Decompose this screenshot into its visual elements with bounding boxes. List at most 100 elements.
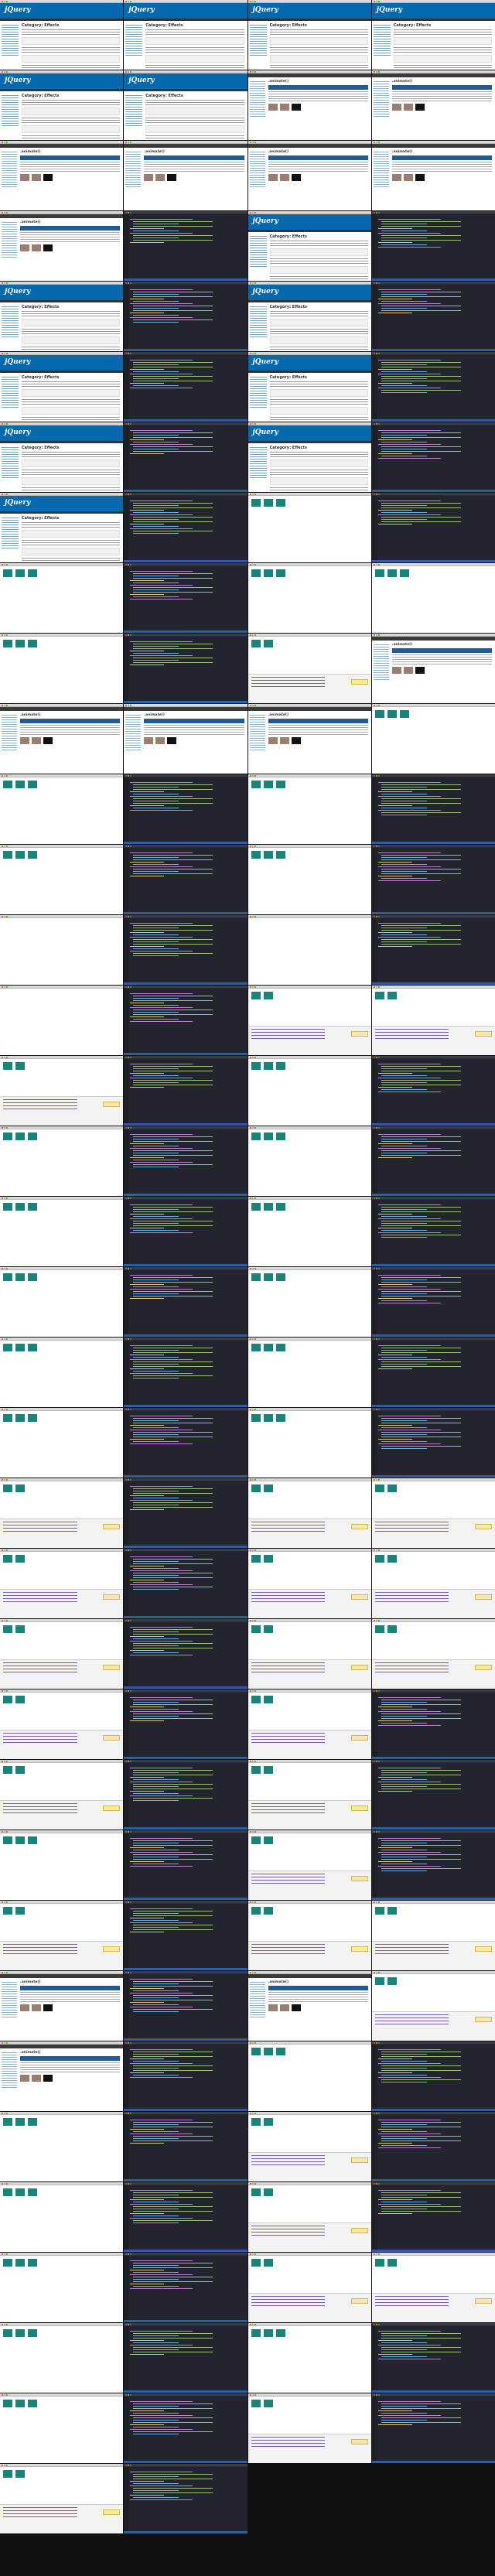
site-nav[interactable] <box>248 300 371 302</box>
site-logo[interactable]: jQuery <box>253 217 278 225</box>
code-area[interactable] <box>377 217 492 249</box>
devtools-panel[interactable] <box>248 2152 371 2181</box>
devtools-panel[interactable] <box>0 1800 124 1830</box>
code-area[interactable] <box>130 2400 244 2436</box>
code-area[interactable] <box>130 358 244 390</box>
devtools-panel[interactable] <box>248 1589 371 1618</box>
devtools-panel[interactable] <box>248 2222 371 2252</box>
devtools-panel[interactable] <box>0 1589 124 1618</box>
site-nav[interactable] <box>124 89 248 91</box>
code-area[interactable] <box>130 1203 244 1235</box>
code-area[interactable] <box>130 2048 244 2079</box>
code-area[interactable] <box>377 1062 492 1094</box>
site-logo[interactable]: jQuery <box>253 429 278 436</box>
devtools-panel[interactable] <box>248 1871 371 1900</box>
devtools-panel[interactable] <box>0 1730 124 1759</box>
code-area[interactable] <box>130 1766 244 1802</box>
devtools-panel[interactable] <box>371 1941 495 1970</box>
code-area[interactable] <box>130 2329 244 2356</box>
devtools-panel[interactable] <box>248 2293 371 2322</box>
code-area[interactable] <box>377 1836 492 1873</box>
code-area[interactable] <box>130 851 244 878</box>
code-area[interactable] <box>377 288 492 315</box>
code-area[interactable] <box>377 781 492 817</box>
code-area[interactable] <box>130 429 244 456</box>
code-area[interactable] <box>377 1344 492 1371</box>
code-area[interactable] <box>130 217 244 244</box>
devtools-panel[interactable] <box>248 2434 371 2463</box>
code-area[interactable] <box>130 1555 244 1591</box>
code-area[interactable] <box>130 2470 244 2502</box>
devtools-panel[interactable] <box>248 1659 371 1689</box>
devtools-panel[interactable] <box>371 1589 495 1618</box>
devtools-panel[interactable] <box>371 1026 495 1055</box>
code-area[interactable] <box>377 1273 492 1305</box>
site-logo[interactable]: jQuery <box>5 429 30 436</box>
devtools-panel[interactable] <box>248 1026 371 1055</box>
code-area[interactable] <box>377 1414 492 1450</box>
site-nav[interactable] <box>248 19 371 21</box>
code-area[interactable] <box>130 2259 244 2291</box>
code-area[interactable] <box>130 1907 244 1934</box>
code-area[interactable] <box>377 358 492 395</box>
code-area[interactable] <box>377 851 492 883</box>
code-area[interactable] <box>130 921 244 958</box>
site-logo[interactable]: jQuery <box>5 358 30 366</box>
code-area[interactable] <box>130 569 244 601</box>
code-area[interactable] <box>130 781 244 812</box>
code-area[interactable] <box>377 429 492 460</box>
code-area[interactable] <box>130 288 244 324</box>
code-area[interactable] <box>130 1977 244 2014</box>
site-nav[interactable] <box>124 19 248 21</box>
site-nav[interactable] <box>0 371 124 373</box>
devtools-panel[interactable] <box>0 1659 124 1689</box>
code-area[interactable] <box>377 2188 492 2216</box>
site-logo[interactable]: jQuery <box>5 77 30 84</box>
code-area[interactable] <box>130 499 244 535</box>
site-nav[interactable] <box>0 19 124 21</box>
devtools-panel[interactable] <box>0 1096 124 1126</box>
devtools-panel[interactable] <box>371 1659 495 1689</box>
code-area[interactable] <box>130 640 244 667</box>
code-area[interactable] <box>130 2118 244 2145</box>
devtools-panel[interactable] <box>371 2293 495 2322</box>
devtools-panel[interactable] <box>248 1941 371 1970</box>
devtools-panel[interactable] <box>0 2504 124 2533</box>
code-area[interactable] <box>130 1133 244 1169</box>
site-logo[interactable]: jQuery <box>253 358 278 366</box>
code-area[interactable] <box>377 499 492 526</box>
site-logo[interactable]: jQuery <box>253 6 278 14</box>
code-area[interactable] <box>130 1696 244 1723</box>
site-logo[interactable]: jQuery <box>5 288 30 296</box>
code-area[interactable] <box>130 1484 244 1512</box>
devtools-panel[interactable] <box>0 1941 124 1970</box>
code-area[interactable] <box>130 1414 244 1446</box>
site-nav[interactable] <box>248 230 371 232</box>
code-area[interactable] <box>377 1203 492 1239</box>
devtools-panel[interactable] <box>248 1519 371 1548</box>
site-logo[interactable]: jQuery <box>128 77 154 84</box>
code-area[interactable] <box>377 1766 492 1793</box>
code-area[interactable] <box>130 992 244 1023</box>
site-nav[interactable] <box>371 19 495 21</box>
code-area[interactable] <box>377 1696 492 1727</box>
code-area[interactable] <box>130 1344 244 1380</box>
devtools-panel[interactable] <box>248 1730 371 1759</box>
code-area[interactable] <box>130 1062 244 1089</box>
site-nav[interactable] <box>0 441 124 443</box>
code-area[interactable] <box>130 1273 244 1300</box>
code-area[interactable] <box>130 2188 244 2225</box>
site-nav[interactable] <box>0 300 124 302</box>
devtools-panel[interactable] <box>371 1519 495 1548</box>
code-area[interactable] <box>377 2329 492 2361</box>
code-area[interactable] <box>377 921 492 948</box>
site-logo[interactable]: jQuery <box>5 6 30 14</box>
site-logo[interactable]: jQuery <box>377 6 402 14</box>
site-nav[interactable] <box>0 511 124 514</box>
code-area[interactable] <box>377 2118 492 2150</box>
code-area[interactable] <box>377 2048 492 2084</box>
code-area[interactable] <box>377 2400 492 2427</box>
site-logo[interactable]: jQuery <box>253 288 278 296</box>
site-logo[interactable]: jQuery <box>128 6 154 14</box>
site-nav[interactable] <box>0 89 124 91</box>
